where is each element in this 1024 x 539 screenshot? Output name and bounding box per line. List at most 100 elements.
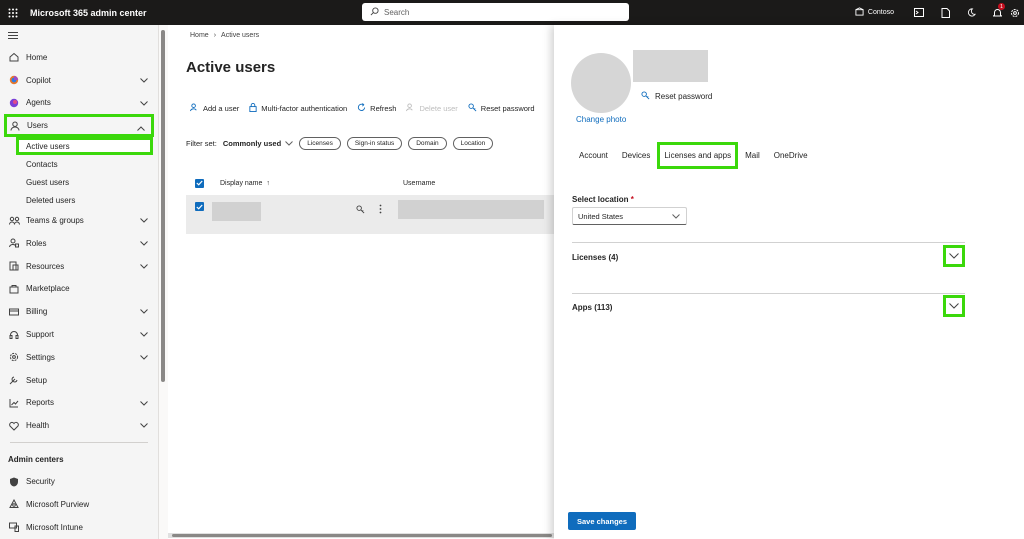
nav-item-support[interactable]: Support [0,323,158,346]
nav-item-label: Health [26,421,50,431]
tab-licenses-and-apps[interactable]: Licenses and apps [657,142,739,169]
add-user-button[interactable]: Add a user [190,103,239,114]
nav-item-billing[interactable]: Billing [0,300,158,323]
nav-item-label: Teams & groups [26,216,84,226]
save-changes-button[interactable]: Save changes [568,512,636,530]
refresh-button[interactable]: Refresh [357,103,396,114]
nav-item-label: Billing [26,307,48,317]
nav-item-label: Reports [26,398,55,408]
nav-item-teams-groups[interactable]: Teams & groups [0,209,158,232]
nav-sub-active-users[interactable]: Active users [16,137,153,156]
nav-sub-guest-users[interactable]: Guest users [0,173,158,191]
more-options-icon[interactable] [379,204,382,216]
search-input[interactable]: Search [362,3,629,21]
hamburger-menu-icon[interactable] [0,25,158,46]
settings-icon[interactable] [1010,0,1024,25]
nav-item-copilot[interactable]: Copilot [0,69,158,92]
apps-expand-button[interactable] [943,295,965,317]
breadcrumb: Home › Active users [190,32,259,39]
nav-item-label: Home [26,52,48,62]
page-title: Active users [186,59,276,76]
chevron-down-icon [140,399,148,408]
tenant-switcher[interactable]: Contoso [855,7,894,18]
terminal-icon[interactable] [906,0,932,25]
nav-item-label: Microsoft Purview [26,499,90,509]
mfa-button[interactable]: Multi-factor authentication [249,103,347,114]
panel-reset-password-link[interactable]: Reset password [641,91,712,102]
licenses-section: Licenses (4) [572,242,965,292]
location-dropdown[interactable]: United States [572,207,687,225]
filter-pill-sign-in-status[interactable]: Sign-in status [346,137,403,150]
nav-item-label: Users [27,121,48,131]
nav-item-agents[interactable]: Agents [0,92,158,115]
nav-item-purview[interactable]: Microsoft Purview [0,493,158,516]
nav-item-home[interactable]: Home [0,46,158,69]
licenses-expand-button[interactable] [943,245,965,267]
command-bar: Add a user Multi-factor authentication R… [190,103,535,114]
horizontal-scrollbar[interactable] [168,533,558,538]
notifications-icon[interactable]: 1 [984,0,1010,25]
nav-sub-deleted-users[interactable]: Deleted users [0,191,158,209]
licenses-title: Licenses (4) [572,253,619,262]
filter-pill-location[interactable]: Location [452,137,494,150]
nav-item-label: Agents [26,98,51,108]
filter-pill-licenses[interactable]: Licenses [299,137,341,150]
table-row[interactable] [186,195,558,234]
breadcrumb-home[interactable]: Home [190,32,209,39]
key-icon[interactable] [356,205,365,216]
dark-mode-icon[interactable] [958,0,984,25]
support-icon [8,329,20,341]
gear-icon [8,351,20,363]
document-icon[interactable] [932,0,958,25]
location-label-text: Select location [572,195,629,204]
nav-item-reports[interactable]: Reports [0,392,158,415]
sort-ascending-icon: ↑ [266,179,270,187]
nav-item-users[interactable]: Users [4,114,154,138]
filter-pill-domain[interactable]: Domain [408,137,447,150]
chevron-up-icon [137,124,145,133]
app-launcher-icon[interactable] [0,0,26,25]
nav-item-marketplace[interactable]: Marketplace [0,278,158,301]
nav-item-setup[interactable]: Setup [0,369,158,392]
filter-set-label: Filter set: [186,139,217,148]
reset-password-label: Reset password [480,104,535,113]
column-header-display-name[interactable]: Display name ↑ [220,180,270,187]
tab-mail[interactable]: Mail [738,142,767,169]
delete-person-icon [406,103,415,114]
chevron-down-icon [140,353,148,362]
shield-icon [8,476,20,488]
nav-item-roles[interactable]: Roles [0,232,158,255]
nav-sub-contacts[interactable]: Contacts [0,155,158,173]
avatar[interactable] [571,53,631,113]
person-icon [9,120,21,132]
tenant-name: Contoso [867,9,894,16]
resources-icon [8,260,20,272]
nav-item-health[interactable]: Health [0,414,158,437]
app-title[interactable]: Microsoft 365 admin center [30,8,147,18]
nav-scrollbar[interactable] [161,30,165,382]
apps-section: Apps (113) [572,293,965,343]
nav-item-label: Support [26,330,55,340]
filter-set-dropdown[interactable]: Commonly used [223,139,294,148]
tab-account[interactable]: Account [572,142,615,169]
nav-item-intune[interactable]: Microsoft Intune [0,516,158,539]
nav-item-settings[interactable]: Settings [0,346,158,369]
health-icon [8,420,20,432]
reset-password-button[interactable]: Reset password [468,103,535,114]
nav-item-label: Setup [26,375,47,385]
tab-onedrive[interactable]: OneDrive [767,142,815,169]
table-header: Display name ↑ Username [186,173,558,193]
column-header-username[interactable]: Username [403,180,435,187]
marketplace-icon [8,283,20,295]
change-photo-link[interactable]: Change photo [576,115,626,124]
intune-icon [8,521,20,533]
tab-devices[interactable]: Devices [615,142,657,169]
row-checkbox[interactable] [195,202,204,211]
reset-password-text: Reset password [655,92,713,101]
nav-item-resources[interactable]: Resources [0,255,158,278]
chevron-down-icon [140,307,148,316]
nav-item-security[interactable]: Security [0,470,158,493]
breadcrumb-active-users: Active users [221,32,260,39]
delete-user-button[interactable]: Delete user [406,103,458,114]
select-all-checkbox[interactable] [195,178,204,188]
